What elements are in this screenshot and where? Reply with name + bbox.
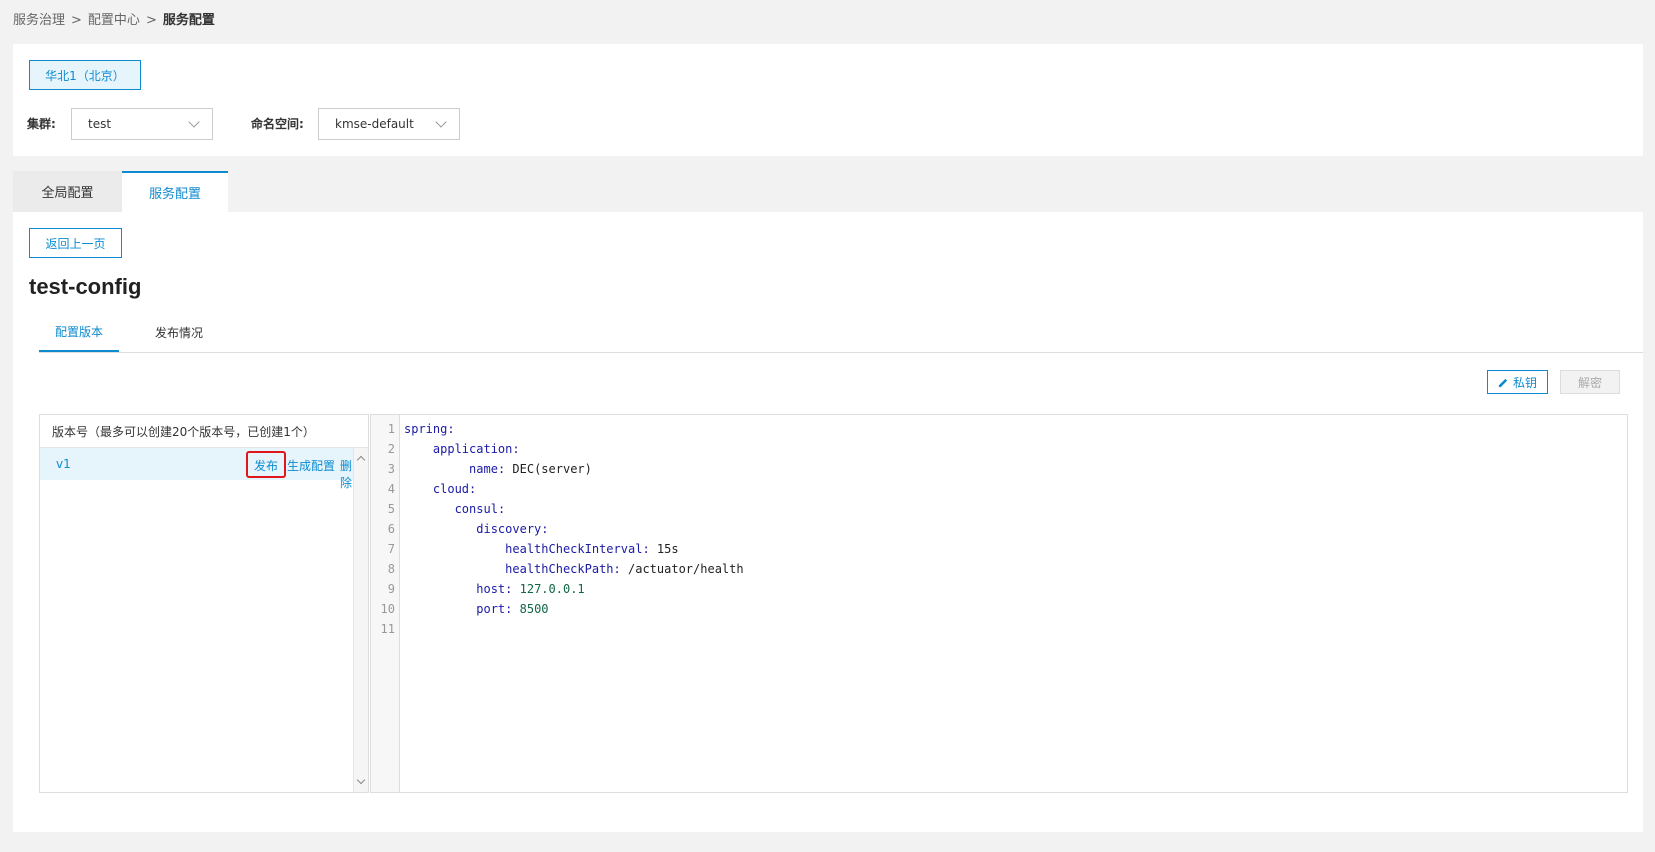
code-line: discovery: bbox=[404, 519, 549, 539]
code-key: healthCheckPath bbox=[505, 562, 614, 576]
code-value: 15s bbox=[656, 542, 679, 556]
cluster-select[interactable]: test bbox=[71, 108, 213, 140]
tab-service-config[interactable]: 服务配置 bbox=[122, 171, 228, 212]
namespace-label: 命名空间: bbox=[251, 117, 304, 131]
line-number: 8 bbox=[387, 562, 395, 576]
line-number: 10 bbox=[380, 602, 395, 616]
line-number: 6 bbox=[387, 522, 395, 536]
breadcrumb-item-config-center[interactable]: 配置中心 bbox=[88, 13, 140, 28]
code-line: consul: bbox=[404, 499, 506, 519]
line-number: 3 bbox=[387, 462, 395, 476]
code-colon: : bbox=[541, 522, 549, 536]
cluster-label: 集群: bbox=[27, 117, 56, 131]
publish-button[interactable]: 发布 bbox=[254, 457, 278, 474]
breadcrumb-current: 服务配置 bbox=[162, 13, 215, 28]
region-button[interactable]: 华北1（北京） bbox=[29, 60, 141, 90]
chevron-down-icon bbox=[188, 116, 200, 128]
main-panel: 返回上一页 test-config 配置版本 发布情况 私钥 解密 版本号（最多… bbox=[13, 212, 1643, 832]
config-tabs: 全局配置 服务配置 bbox=[13, 171, 228, 212]
line-number: 1 bbox=[387, 422, 395, 436]
code-value: DEC(server) bbox=[512, 462, 592, 476]
cluster-select-value: test bbox=[88, 117, 112, 131]
delete-button[interactable]: 删除 bbox=[340, 457, 353, 491]
code-line: cloud: bbox=[404, 479, 476, 499]
breadcrumb-separator: > bbox=[145, 13, 157, 28]
namespace-select[interactable]: kmse-default bbox=[318, 108, 460, 140]
scroll-down-icon[interactable] bbox=[356, 775, 366, 785]
code-key: application bbox=[432, 442, 513, 456]
version-row[interactable]: v1 发布 生成配置 删除 bbox=[40, 448, 353, 490]
version-list-header: 版本号（最多可以创建20个版本号，已创建1个） bbox=[40, 415, 368, 448]
code-line: port: 8500 bbox=[404, 599, 549, 619]
code-line: name: DEC(server) bbox=[404, 459, 592, 479]
private-key-button[interactable]: 私钥 bbox=[1487, 370, 1548, 394]
line-number: 9 bbox=[387, 582, 395, 596]
line-number: 7 bbox=[387, 542, 395, 556]
code-colon: : bbox=[447, 422, 455, 436]
code-key: spring bbox=[404, 422, 448, 436]
code-value: /actuator/health bbox=[628, 562, 744, 576]
generate-config-button[interactable]: 生成配置 bbox=[287, 457, 335, 474]
code-colon: : bbox=[497, 502, 506, 516]
code-line: spring: bbox=[404, 419, 455, 439]
code-colon: : bbox=[642, 542, 650, 556]
version-list-scrollbar[interactable] bbox=[353, 448, 368, 792]
decrypt-button: 解密 bbox=[1560, 370, 1620, 394]
line-number: 2 bbox=[387, 442, 395, 456]
code-line: application: bbox=[404, 439, 520, 459]
breadcrumb-item-service-governance[interactable]: 服务治理 bbox=[13, 13, 65, 28]
code-key: consul bbox=[454, 502, 498, 516]
version-list: 版本号（最多可以创建20个版本号，已创建1个） v1 发布 生成配置 删除 bbox=[39, 414, 369, 793]
tab-publish-status[interactable]: 发布情况 bbox=[139, 312, 219, 352]
code-value: 127.0.0.1 bbox=[519, 582, 585, 596]
code-key: name bbox=[469, 462, 498, 476]
line-number: 4 bbox=[387, 482, 395, 496]
chevron-down-icon bbox=[435, 116, 447, 128]
page-title: test-config bbox=[29, 274, 142, 299]
line-number: 11 bbox=[380, 622, 395, 636]
breadcrumb-separator: > bbox=[71, 13, 82, 28]
code-key: port bbox=[476, 602, 506, 616]
code-key: host bbox=[476, 582, 506, 596]
scroll-up-icon[interactable] bbox=[356, 455, 366, 465]
config-editor[interactable]: 1 2 3 4 5 6 7 8 9 10 11 spring: application: name:… bbox=[370, 414, 1628, 793]
namespace-select-value: kmse-default bbox=[335, 117, 414, 131]
subtabs: 配置版本 发布情况 bbox=[39, 312, 1643, 353]
code-value: 8500 bbox=[519, 602, 549, 616]
code-line: host: 127.0.0.1 bbox=[404, 579, 585, 599]
version-name[interactable]: v1 bbox=[56, 457, 71, 471]
line-number-gutter: 1 2 3 4 5 6 7 8 9 10 11 bbox=[371, 415, 400, 792]
code-colon: : bbox=[512, 442, 520, 456]
code-line: healthCheckPath: /actuator/health bbox=[404, 559, 744, 579]
pencil-icon bbox=[1498, 378, 1508, 387]
code-colon: : bbox=[613, 562, 621, 576]
back-button[interactable]: 返回上一页 bbox=[29, 228, 122, 258]
code-colon: : bbox=[469, 482, 477, 496]
code-key: discovery bbox=[476, 522, 542, 536]
filter-panel: 华北1（北京） 集群: test 命名空间: kmse-default bbox=[13, 44, 1643, 156]
tab-config-versions[interactable]: 配置版本 bbox=[39, 312, 119, 352]
tab-global-config[interactable]: 全局配置 bbox=[13, 171, 122, 212]
code-key: healthCheckInterval bbox=[505, 542, 643, 556]
line-number: 5 bbox=[387, 502, 395, 516]
private-key-label: 私钥 bbox=[1512, 375, 1537, 390]
code-key: cloud bbox=[432, 482, 470, 496]
code-line: healthCheckInterval: 15s bbox=[404, 539, 679, 559]
breadcrumb: 服务治理 > 配置中心 > 服务配置 bbox=[13, 9, 215, 28]
